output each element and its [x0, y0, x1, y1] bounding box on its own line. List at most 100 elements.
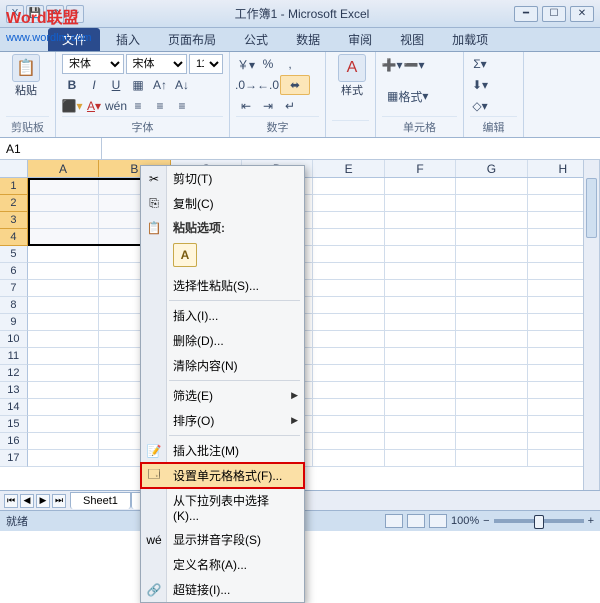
font-name-select2[interactable]: 宋体: [126, 54, 188, 74]
cell[interactable]: [313, 382, 384, 399]
cell[interactable]: [385, 365, 456, 382]
vertical-scrollbar[interactable]: [583, 160, 599, 490]
zoom-out-button[interactable]: −: [483, 515, 489, 527]
indent-inc-button[interactable]: ⇥: [258, 96, 278, 116]
insert-cells-button[interactable]: ➕▾: [382, 55, 402, 75]
col-header[interactable]: F: [385, 160, 456, 177]
row-header[interactable]: 3: [0, 212, 28, 229]
tab-view[interactable]: 视图: [386, 28, 438, 51]
cell[interactable]: [28, 450, 99, 467]
cell[interactable]: [28, 195, 99, 212]
cell[interactable]: [385, 314, 456, 331]
tab-formulas[interactable]: 公式: [230, 28, 282, 51]
cell[interactable]: [456, 229, 527, 246]
row-header[interactable]: 15: [0, 416, 28, 433]
cell[interactable]: [385, 297, 456, 314]
cell[interactable]: [385, 382, 456, 399]
minimize-button[interactable]: ━: [514, 6, 538, 22]
row-header[interactable]: 17: [0, 450, 28, 467]
increase-decimal-button[interactable]: .0→: [236, 75, 256, 95]
cell[interactable]: [456, 450, 527, 467]
cell[interactable]: [385, 450, 456, 467]
cell[interactable]: [456, 331, 527, 348]
view-pagebreak-button[interactable]: [429, 514, 447, 528]
cell[interactable]: [313, 416, 384, 433]
row-header[interactable]: 9: [0, 314, 28, 331]
cell[interactable]: [456, 246, 527, 263]
tab-pagelayout[interactable]: 页面布局: [154, 28, 230, 51]
cell[interactable]: [313, 229, 384, 246]
paste-button[interactable]: 📋 粘贴: [6, 54, 46, 98]
cell[interactable]: [313, 212, 384, 229]
cell[interactable]: [456, 178, 527, 195]
cell[interactable]: [28, 433, 99, 450]
cell[interactable]: [385, 280, 456, 297]
row-header[interactable]: 4: [0, 229, 28, 246]
bold-button[interactable]: B: [62, 75, 82, 95]
underline-button[interactable]: U: [106, 75, 126, 95]
cell[interactable]: [28, 229, 99, 246]
cell[interactable]: [456, 263, 527, 280]
cell[interactable]: [313, 433, 384, 450]
cell[interactable]: [385, 178, 456, 195]
row-header[interactable]: 12: [0, 365, 28, 382]
tab-insert[interactable]: 插入: [102, 28, 154, 51]
tab-addins[interactable]: 加载项: [438, 28, 502, 51]
cell[interactable]: [28, 280, 99, 297]
cm-copy[interactable]: ⎘复制(C): [141, 191, 304, 216]
cell[interactable]: [456, 195, 527, 212]
cell[interactable]: [28, 246, 99, 263]
sheet-nav-prev[interactable]: ◀: [20, 494, 34, 508]
autosum-button[interactable]: Σ▾: [470, 54, 490, 74]
font-color-button[interactable]: A▾: [84, 96, 104, 116]
cell[interactable]: [28, 212, 99, 229]
cm-hyperlink[interactable]: 🔗超链接(I)...: [141, 577, 304, 602]
cm-format-cells[interactable]: 🗔设置单元格格式(F)...: [141, 463, 304, 488]
row-header[interactable]: 1: [0, 178, 28, 195]
cell[interactable]: [456, 433, 527, 450]
maximize-button[interactable]: ☐: [542, 6, 566, 22]
cell[interactable]: [313, 399, 384, 416]
row-header[interactable]: 7: [0, 280, 28, 297]
cell[interactable]: [456, 314, 527, 331]
sheet-nav-last[interactable]: ⏭: [52, 494, 66, 508]
border-button[interactable]: ▦: [128, 75, 148, 95]
increase-font-button[interactable]: A↑: [150, 75, 170, 95]
cell[interactable]: [385, 399, 456, 416]
align-right-button[interactable]: ≡: [172, 96, 192, 116]
cell[interactable]: [313, 280, 384, 297]
cell[interactable]: [28, 331, 99, 348]
cm-define-name[interactable]: 定义名称(A)...: [141, 552, 304, 577]
font-name-select[interactable]: 宋体: [62, 54, 124, 74]
col-header[interactable]: A: [28, 160, 99, 177]
view-normal-button[interactable]: [385, 514, 403, 528]
col-header[interactable]: G: [456, 160, 527, 177]
wrap-button[interactable]: ↵: [280, 96, 300, 116]
cell[interactable]: [28, 297, 99, 314]
decrease-font-button[interactable]: A↓: [172, 75, 192, 95]
phonetic-button[interactable]: wén: [106, 96, 126, 116]
row-header[interactable]: 2: [0, 195, 28, 212]
delete-cells-button[interactable]: ➖▾: [404, 55, 424, 75]
sheet-tab-1[interactable]: Sheet1: [70, 492, 131, 509]
cm-phonetic[interactable]: wé显示拼音字段(S): [141, 527, 304, 552]
cell[interactable]: [28, 365, 99, 382]
italic-button[interactable]: I: [84, 75, 104, 95]
zoom-in-button[interactable]: +: [588, 515, 594, 527]
cell[interactable]: [385, 331, 456, 348]
cell[interactable]: [385, 246, 456, 263]
cell[interactable]: [456, 212, 527, 229]
row-header[interactable]: 8: [0, 297, 28, 314]
cell[interactable]: [456, 280, 527, 297]
cell[interactable]: [385, 433, 456, 450]
comma-button[interactable]: ,: [280, 54, 300, 74]
cell[interactable]: [28, 263, 99, 280]
cell[interactable]: [313, 263, 384, 280]
cell[interactable]: [385, 416, 456, 433]
cell[interactable]: [456, 297, 527, 314]
tab-data[interactable]: 数据: [282, 28, 334, 51]
cell[interactable]: [385, 348, 456, 365]
cell[interactable]: [456, 416, 527, 433]
row-header[interactable]: 6: [0, 263, 28, 280]
clear-button[interactable]: ◇▾: [470, 96, 490, 116]
